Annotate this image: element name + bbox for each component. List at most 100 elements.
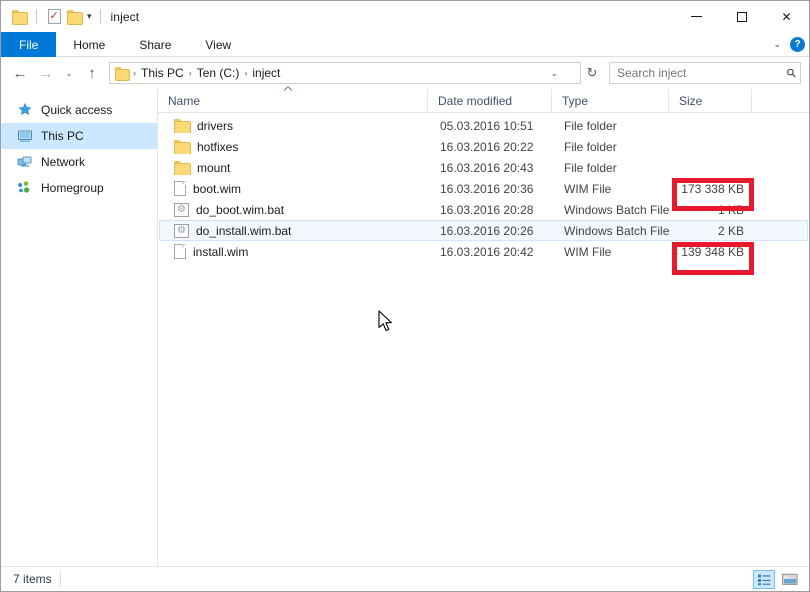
- column-header-type[interactable]: Type: [552, 89, 669, 112]
- file-icon: [174, 181, 186, 196]
- file-name-cell: hotfixes: [160, 139, 430, 154]
- file-size-cell: 2 KB: [717, 223, 744, 238]
- status-bar: 7 items: [1, 566, 809, 591]
- file-date-cell: 16.03.2016 20:22: [440, 139, 534, 154]
- breadcrumb-item-this-pc[interactable]: This PC: [137, 63, 188, 83]
- file-type-cell: Windows Batch File: [564, 202, 670, 217]
- file-name-label: install.wim: [193, 244, 249, 259]
- title-bar: ▾ inject ✕: [1, 1, 809, 32]
- file-name-cell: do_install.wim.bat: [160, 223, 430, 238]
- help-icon[interactable]: ?: [790, 37, 805, 52]
- file-type-cell: File folder: [564, 160, 617, 175]
- file-name-cell: do_boot.wim.bat: [160, 202, 430, 217]
- address-bar: ← → ⌄ ↑ › This PC › Ten (C:) › inject ⌄ …: [1, 57, 809, 89]
- column-headers: Name Date modified Type Size: [158, 86, 809, 113]
- folder-icon: [174, 118, 191, 133]
- file-name-cell: install.wim: [160, 244, 430, 259]
- batch-file-icon: [174, 202, 189, 217]
- sidebar-item-quick-access[interactable]: Quick access: [1, 97, 157, 123]
- file-name-cell: mount: [160, 160, 430, 175]
- new-folder-icon[interactable]: [64, 7, 84, 27]
- file-size-cell: 173 338 KB: [681, 181, 744, 196]
- tab-share[interactable]: Share: [122, 32, 188, 57]
- navigation-pane: Quick access This PC Network Homegroup: [1, 89, 158, 566]
- file-date-cell: 16.03.2016 20:43: [440, 160, 534, 175]
- up-button[interactable]: ↑: [79, 61, 105, 85]
- sidebar-item-label: This PC: [41, 129, 84, 143]
- ribbon-tab-bar: File Home Share View ⌄ ?: [1, 32, 809, 57]
- column-label: Size: [679, 93, 703, 108]
- sidebar-item-this-pc[interactable]: This PC: [1, 123, 157, 149]
- tab-file[interactable]: File: [1, 32, 57, 57]
- table-row[interactable]: boot.wim 16.03.2016 20:36 WIM File 173 338 …: [159, 178, 808, 199]
- file-type-cell: File folder: [564, 139, 617, 154]
- file-date-cell: 16.03.2016 20:26: [440, 223, 534, 238]
- back-button[interactable]: ←: [7, 61, 33, 85]
- file-date-cell: 05.03.2016 10:51: [440, 118, 534, 133]
- file-name-label: drivers: [197, 118, 234, 133]
- file-type-cell: Windows Batch File: [564, 223, 670, 238]
- column-header-date-modified[interactable]: Date modified: [428, 89, 552, 112]
- file-type-cell: WIM File: [564, 244, 612, 259]
- file-date-cell: 16.03.2016 20:28: [440, 202, 534, 217]
- file-name-label: do_install.wim.bat: [196, 223, 292, 238]
- column-label: Name: [168, 93, 201, 108]
- table-row[interactable]: drivers 05.03.2016 10:51 File folder: [159, 115, 808, 136]
- monitor-icon: [17, 128, 33, 144]
- sidebar-item-homegroup[interactable]: Homegroup: [1, 175, 157, 201]
- close-button[interactable]: ✕: [764, 1, 809, 32]
- file-name-label: mount: [197, 160, 231, 175]
- folder-icon: [174, 139, 191, 154]
- content-area: Quick access This PC Network Homegroup N…: [1, 86, 809, 566]
- window-controls: ✕: [674, 1, 809, 32]
- chevron-down-icon[interactable]: ▾: [87, 12, 92, 21]
- column-label: Type: [562, 93, 589, 108]
- recent-locations-button[interactable]: ⌄: [59, 61, 79, 85]
- file-type-cell: File folder: [564, 118, 617, 133]
- file-icon: [174, 244, 186, 259]
- tab-home[interactable]: Home: [56, 32, 122, 57]
- chevron-down-icon[interactable]: ⌄: [550, 63, 558, 83]
- search-input[interactable]: [617, 66, 788, 80]
- file-name-cell: boot.wim: [160, 181, 430, 196]
- tab-view[interactable]: View: [188, 32, 248, 57]
- file-type-cell: WIM File: [564, 181, 612, 196]
- forward-button[interactable]: →: [33, 61, 59, 85]
- item-count-label: 7 items: [13, 572, 52, 586]
- file-explorer-window: ▾ inject ✕ File Home Share View ⌄ ? ← → …: [0, 0, 810, 592]
- minimize-button[interactable]: [674, 1, 719, 32]
- file-date-cell: 16.03.2016 20:36: [440, 181, 534, 196]
- file-name-cell: drivers: [160, 118, 430, 133]
- star-icon: [17, 102, 33, 118]
- window-title: inject: [110, 9, 140, 24]
- column-header-name[interactable]: Name: [158, 86, 428, 112]
- details-view-button[interactable]: [753, 570, 775, 589]
- file-size-cell: 3 139 348 KB: [671, 244, 744, 259]
- column-header-size[interactable]: Size: [669, 89, 752, 112]
- properties-icon[interactable]: [44, 7, 64, 27]
- folder-icon[interactable]: [9, 7, 29, 27]
- search-box[interactable]: ⚲: [609, 62, 801, 84]
- chevron-down-icon[interactable]: ⌄: [773, 39, 781, 50]
- maximize-button[interactable]: [719, 1, 764, 32]
- column-header-filler: [752, 89, 809, 112]
- toolbar-divider: [36, 9, 37, 24]
- sidebar-item-label: Quick access: [41, 103, 113, 117]
- view-mode-buttons: [753, 567, 801, 592]
- breadcrumb-item-inject[interactable]: inject: [248, 63, 284, 83]
- breadcrumb-folder-icon: [115, 67, 130, 81]
- table-row[interactable]: mount 16.03.2016 20:43 File folder: [159, 157, 808, 178]
- sort-ascending-icon: [282, 85, 294, 94]
- table-row[interactable]: hotfixes 16.03.2016 20:22 File folder: [159, 136, 808, 157]
- table-row[interactable]: install.wim 16.03.2016 20:42 WIM File 3 139…: [159, 241, 808, 262]
- table-row[interactable]: do_boot.wim.bat 16.03.2016 20:28 Windows B…: [159, 199, 808, 220]
- column-label: Date modified: [438, 93, 513, 108]
- quick-access-toolbar: ▾: [9, 7, 101, 27]
- breadcrumb-item-ten-c[interactable]: Ten (C:): [193, 63, 244, 83]
- refresh-button[interactable]: ↻: [581, 61, 603, 85]
- file-size-cell: 1 KB: [717, 202, 744, 217]
- sidebar-item-network[interactable]: Network: [1, 149, 157, 175]
- large-icons-view-button[interactable]: [779, 570, 801, 589]
- breadcrumb[interactable]: › This PC › Ten (C:) › inject ⌄: [109, 62, 581, 84]
- table-row[interactable]: do_install.wim.bat 16.03.2016 20:26 Window…: [159, 220, 808, 241]
